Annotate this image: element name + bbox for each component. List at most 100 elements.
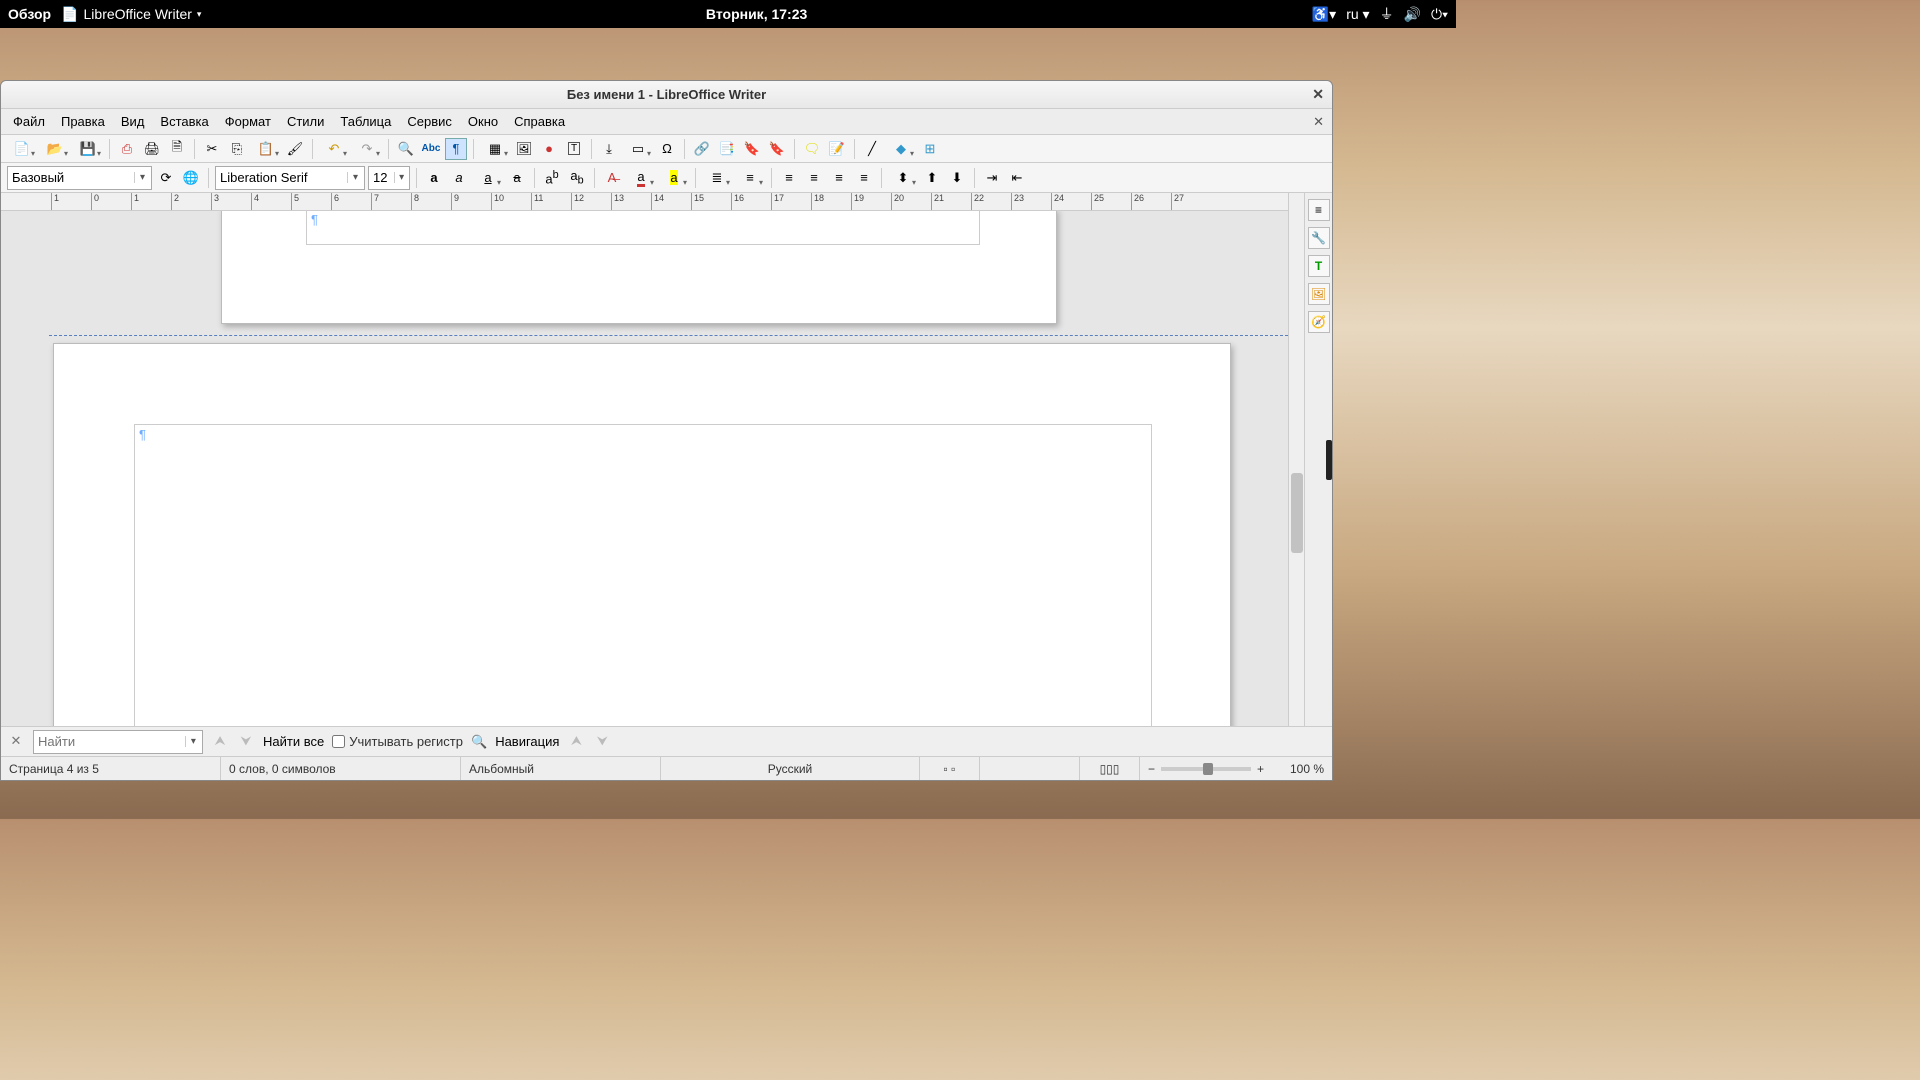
font-size-combo[interactable]: ▾ — [368, 166, 410, 190]
menu-file[interactable]: Файл — [7, 111, 51, 132]
font-name-combo[interactable]: ▾ — [215, 166, 365, 190]
highlight-button[interactable]: a — [659, 167, 689, 189]
volume-icon[interactable]: 🔊 — [1404, 6, 1421, 23]
scrollbar-thumb[interactable] — [1291, 473, 1303, 553]
insert-image-button[interactable]: 🖼 — [513, 138, 535, 160]
menu-insert[interactable]: Вставка — [154, 111, 214, 132]
vertical-scrollbar[interactable] — [1288, 193, 1304, 726]
paste-button[interactable]: 📋 — [251, 138, 281, 160]
document-canvas[interactable]: ¶ ¶ — [1, 211, 1288, 726]
export-pdf-button[interactable]: ⎙ — [116, 138, 138, 160]
update-style-button[interactable]: ⟳ — [155, 167, 177, 189]
zoom-thumb[interactable] — [1203, 763, 1213, 775]
bold-button[interactable]: a — [423, 167, 445, 189]
menu-format[interactable]: Формат — [219, 111, 277, 132]
paragraph-style-combo[interactable]: ▾ — [7, 166, 152, 190]
bullet-list-button[interactable]: ≣ — [702, 167, 732, 189]
find-all-button[interactable]: Найти все — [263, 734, 324, 749]
clone-format-button[interactable]: 🖌 — [284, 138, 306, 160]
nav-next-button[interactable]: ⮟ — [593, 733, 611, 751]
zoom-percent[interactable]: 100 % — [1272, 757, 1332, 780]
align-center-button[interactable]: ≡ — [803, 167, 825, 189]
open-button[interactable]: 📂 — [40, 138, 70, 160]
undo-button[interactable]: ↶ — [319, 138, 349, 160]
chevron-down-icon[interactable]: ▾ — [185, 736, 198, 747]
draw-functions-button[interactable]: ⊞ — [919, 138, 941, 160]
redo-button[interactable]: ↷ — [352, 138, 382, 160]
chevron-down-icon[interactable]: ▾ — [134, 172, 147, 183]
insert-pagebreak-button[interactable]: ⤓ — [598, 138, 620, 160]
superscript-button[interactable]: ab — [541, 167, 563, 189]
window-titlebar[interactable]: Без имени 1 - LibreOffice Writer ✕ — [1, 81, 1332, 109]
insert-chart-button[interactable]: ● — [538, 138, 560, 160]
insert-field-button[interactable]: ▭ — [623, 138, 653, 160]
sidebar-styles-button[interactable]: T — [1308, 255, 1330, 277]
find-combo[interactable]: ▾ — [33, 730, 203, 754]
status-language[interactable]: Русский — [661, 757, 920, 780]
document-close-button[interactable]: ✕ — [1313, 114, 1324, 130]
sidebar-collapse-handle[interactable] — [1326, 440, 1332, 480]
track-changes-button[interactable]: 📝 — [826, 138, 848, 160]
network-icon[interactable]: ⏚ — [1380, 4, 1394, 24]
menu-styles[interactable]: Стили — [281, 111, 330, 132]
window-close-button[interactable]: ✕ — [1312, 86, 1324, 103]
underline-button[interactable]: a — [473, 167, 503, 189]
zoom-out-button[interactable]: − — [1148, 762, 1155, 776]
status-pagestyle[interactable]: Альбомный — [461, 757, 661, 780]
clock[interactable]: Вторник, 17:23 — [201, 6, 1311, 22]
find-replace-icon-button[interactable]: 🔍 — [471, 734, 487, 750]
insert-comment-button[interactable]: 🗨 — [801, 138, 823, 160]
sidebar-navigator-button[interactable]: 🧭 — [1308, 311, 1330, 333]
active-app-menu[interactable]: 📄 LibreOffice Writer ▾ — [61, 6, 201, 23]
decrease-spacing-button[interactable]: ⬇ — [946, 167, 968, 189]
text-frame[interactable]: ¶ — [134, 424, 1152, 726]
print-preview-button[interactable]: 🗎 — [166, 138, 188, 160]
horizontal-ruler[interactable]: 1012345678910111213141516171819202122232… — [1, 193, 1288, 211]
font-color-button[interactable]: a — [626, 167, 656, 189]
chevron-down-icon[interactable]: ▾ — [347, 172, 360, 183]
clear-format-button[interactable]: A̶ — [601, 167, 623, 189]
zoom-in-button[interactable]: + — [1257, 762, 1264, 776]
status-page[interactable]: Страница 4 из 5 — [1, 757, 221, 780]
italic-button[interactable]: a — [448, 167, 470, 189]
insert-footnote-button[interactable]: 📑 — [716, 138, 738, 160]
find-input[interactable] — [38, 734, 185, 749]
insert-symbol-button[interactable]: Ω — [656, 138, 678, 160]
text-frame[interactable]: ¶ — [306, 211, 980, 245]
copy-button[interactable]: ⎘ — [226, 138, 248, 160]
font-name-input[interactable] — [220, 170, 347, 185]
status-viewlayout[interactable]: ▯▯▯ — [1080, 757, 1140, 780]
match-case-checkbox[interactable]: Учитывать регистр — [332, 734, 463, 749]
activities-button[interactable]: Обзор — [8, 6, 51, 22]
insert-line-button[interactable]: ╱ — [861, 138, 883, 160]
subscript-button[interactable]: ab — [566, 167, 588, 189]
find-prev-button[interactable]: ⮝ — [211, 733, 229, 751]
increase-indent-button[interactable]: ⇥ — [981, 167, 1003, 189]
decrease-indent-button[interactable]: ⇤ — [1006, 167, 1028, 189]
page-previous[interactable]: ¶ — [221, 211, 1057, 324]
font-size-input[interactable] — [373, 170, 394, 185]
accessibility-icon[interactable]: ♿▾ — [1312, 6, 1336, 23]
insert-hyperlink-button[interactable]: 🔗 — [691, 138, 713, 160]
insert-table-button[interactable]: ▦ — [480, 138, 510, 160]
sidebar-settings-button[interactable]: 🔧 — [1308, 227, 1330, 249]
print-button[interactable]: 🖨 — [141, 138, 163, 160]
menu-view[interactable]: Вид — [115, 111, 151, 132]
nav-prev-button[interactable]: ⮝ — [567, 733, 585, 751]
menu-window[interactable]: Окно — [462, 111, 504, 132]
sidebar-properties-button[interactable]: ≡ — [1308, 199, 1330, 221]
line-spacing-button[interactable]: ⬍ — [888, 167, 918, 189]
match-case-input[interactable] — [332, 735, 345, 748]
number-list-button[interactable]: ≡ — [735, 167, 765, 189]
formatting-marks-button[interactable]: ¶ — [445, 138, 467, 160]
page-current[interactable]: ¶ — [53, 343, 1231, 726]
input-language-indicator[interactable]: ru ▾ — [1346, 6, 1369, 23]
sidebar-gallery-button[interactable]: 🖼 — [1308, 283, 1330, 305]
chevron-down-icon[interactable]: ▾ — [394, 172, 405, 183]
strikethrough-button[interactable]: a — [506, 167, 528, 189]
spellcheck-button[interactable]: Abc — [420, 138, 442, 160]
basic-shapes-button[interactable]: ◆ — [886, 138, 916, 160]
power-icon[interactable]: ⏻▾ — [1431, 6, 1448, 23]
find-next-button[interactable]: ⮟ — [237, 733, 255, 751]
align-justify-button[interactable]: ≡ — [853, 167, 875, 189]
